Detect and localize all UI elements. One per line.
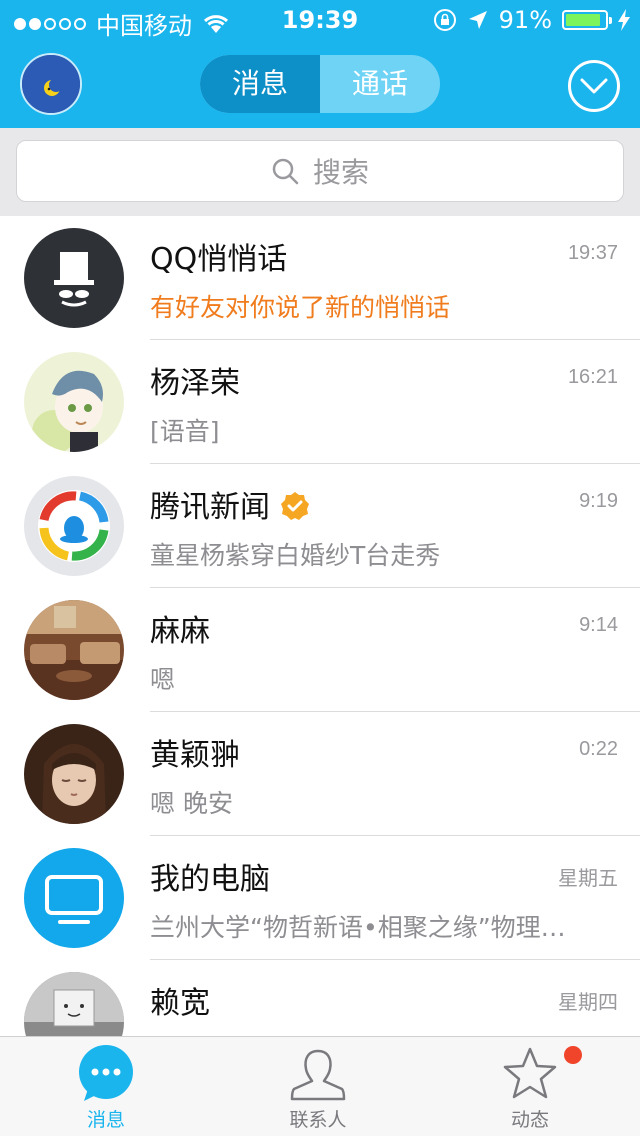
tab-label: 联系人	[289, 1109, 347, 1131]
tencent-news-avatar	[24, 476, 124, 576]
conversation-name: 我的电脑	[150, 862, 270, 897]
qq-whisper-avatar	[24, 228, 124, 328]
contacts-person-icon	[290, 1049, 346, 1101]
conversation-name: 赖宽	[150, 986, 210, 1021]
conversation-list: QQ悄悄话 19:37 有好友对你说了新的悄悄话 杨泽荣 16:21 [语音]	[0, 216, 640, 1036]
battery-percent: 91%	[498, 6, 552, 34]
monitor-icon	[24, 848, 124, 948]
conversation-name: 黄颖翀	[150, 738, 240, 773]
star-icon	[503, 1047, 557, 1099]
contact-avatar	[24, 972, 124, 1036]
conversation-name: 杨泽荣	[150, 366, 240, 401]
conversation-name: QQ悄悄话	[150, 242, 288, 277]
conversation-preview: 兰州大学“物哲新语•相聚之缘”物理…	[150, 913, 566, 942]
conversation-time: 星期四	[558, 992, 618, 1014]
charging-icon	[618, 9, 630, 31]
tab-contacts[interactable]: 联系人	[248, 1037, 388, 1136]
search-bar-container: 搜索	[0, 128, 640, 216]
box-head-avatar-icon	[24, 972, 124, 1036]
conversation-time: 9:19	[579, 490, 618, 512]
app-header: 中国移动 19:39 91% 消息 通话	[0, 0, 640, 128]
contact-avatar	[24, 724, 124, 824]
search-input[interactable]: 搜索	[16, 140, 624, 202]
tab-messages-bottom[interactable]: 消息	[36, 1037, 176, 1136]
my-computer-avatar	[24, 848, 124, 948]
chevron-down-icon	[580, 78, 608, 94]
contact-avatar	[24, 352, 124, 452]
conversation-preview: 嗯 晚安	[150, 789, 233, 818]
my-avatar[interactable]	[20, 53, 82, 115]
moon-avatar-icon	[22, 55, 80, 113]
tab-label: 消息	[86, 1109, 125, 1131]
conversation-name: 麻麻	[150, 614, 210, 649]
location-icon	[468, 11, 487, 29]
conversation-time: 19:37	[567, 242, 618, 264]
tencent-news-logo-icon	[24, 476, 124, 576]
conversation-name: 腾讯新闻	[150, 482, 310, 526]
conversation-row[interactable]: 黄颖翀 0:22 嗯 晚安	[0, 712, 640, 836]
anime-boy-avatar-icon	[24, 352, 124, 452]
verified-badge-icon	[281, 492, 309, 520]
tab-messages[interactable]: 消息	[200, 55, 320, 113]
bottom-tab-bar: 消息 联系人 动态	[0, 1036, 640, 1136]
more-button[interactable]	[568, 60, 620, 112]
battery-icon	[562, 10, 612, 30]
conversation-time: 星期五	[558, 868, 618, 890]
conversation-row[interactable]: 麻麻 9:14 嗯	[0, 588, 640, 712]
conversation-preview: 童星杨紫穿白婚纱T台走秀	[150, 541, 441, 570]
conversation-preview: 嗯	[150, 665, 176, 694]
notification-badge	[564, 1046, 582, 1064]
conversation-time: 9:14	[579, 614, 618, 636]
search-icon	[272, 158, 299, 185]
conversation-row[interactable]: 赖宽 星期四	[0, 960, 640, 1036]
status-bar: 中国移动 19:39 91%	[0, 0, 640, 40]
top-hat-mask-icon	[24, 228, 124, 328]
rotation-lock-icon	[433, 9, 456, 31]
conversation-preview: 有好友对你说了新的悄悄话	[150, 293, 451, 322]
conversation-time: 0:22	[579, 738, 618, 760]
conversation-row[interactable]: 腾讯新闻 9:19 童星杨紫穿白婚纱T台走秀	[0, 464, 640, 588]
conversation-preview: [语音]	[150, 417, 220, 446]
conversation-row[interactable]: 我的电脑 星期五 兰州大学“物哲新语•相聚之缘”物理…	[0, 836, 640, 960]
contact-avatar	[24, 600, 124, 700]
living-room-photo-icon	[24, 600, 124, 700]
chat-bubble-icon	[79, 1045, 133, 1101]
messages-calls-toggle: 消息 通话	[200, 55, 440, 113]
conversation-row[interactable]: 杨泽荣 16:21 [语音]	[0, 340, 640, 464]
anime-girl-avatar-icon	[24, 724, 124, 824]
search-placeholder: 搜索	[312, 156, 369, 189]
conversation-time: 16:21	[567, 366, 618, 388]
tab-label: 动态	[510, 1109, 549, 1131]
conversation-row[interactable]: QQ悄悄话 19:37 有好友对你说了新的悄悄话	[0, 216, 640, 340]
tab-calls[interactable]: 通话	[320, 55, 440, 113]
